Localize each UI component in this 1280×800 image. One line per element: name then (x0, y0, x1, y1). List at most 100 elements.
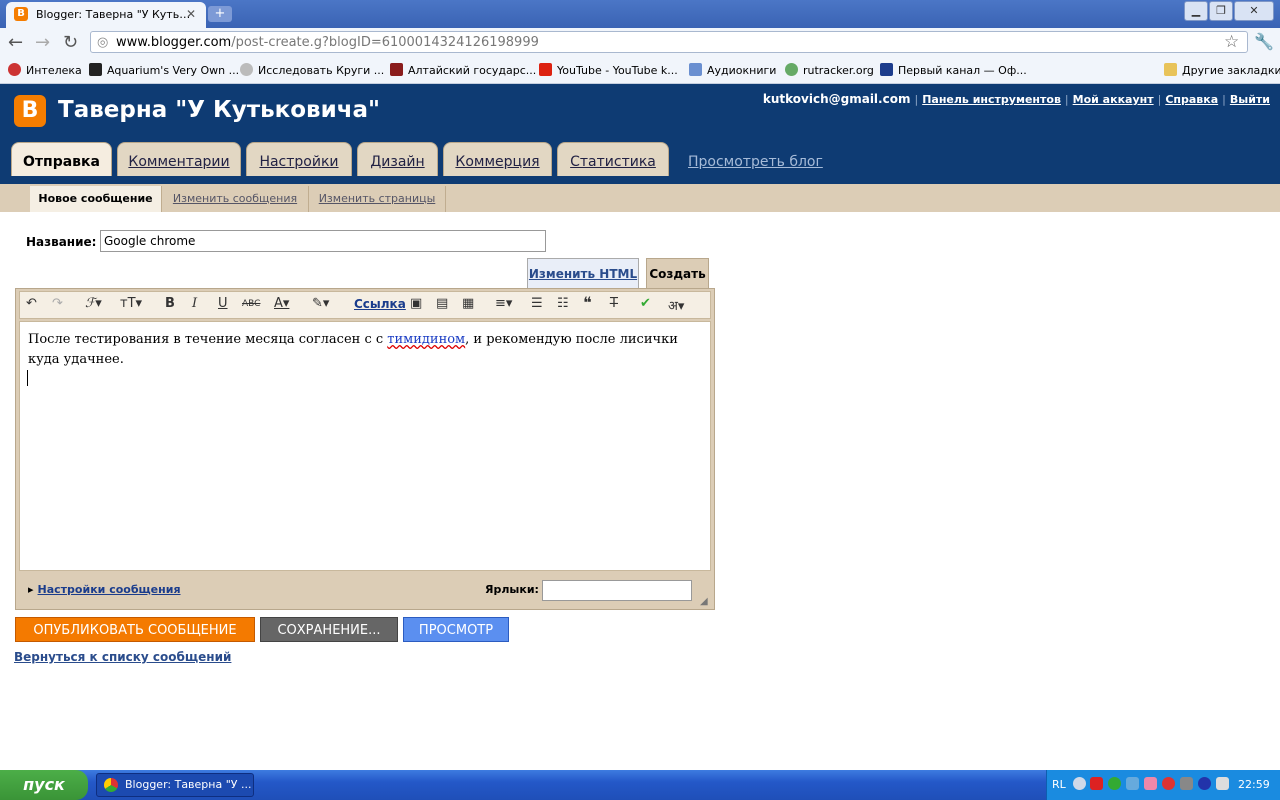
bookmark-item[interactable]: YouTube - YouTube k... (539, 63, 678, 77)
insert-image-icon[interactable]: ▣ (410, 296, 422, 311)
dashboard-link[interactable]: Панель инструментов (922, 93, 1061, 106)
insert-jump-break-icon[interactable]: ▦ (462, 296, 474, 311)
preview-button[interactable]: ПРОСМОТР (403, 617, 509, 642)
tray-arrow-icon[interactable] (1073, 777, 1086, 790)
sign-out-link[interactable]: Выйти (1230, 93, 1270, 106)
blogger-logo-icon[interactable]: B (14, 95, 46, 127)
view-blog-link[interactable]: Просмотреть блог (688, 154, 823, 170)
other-bookmarks[interactable]: Другие закладки (1164, 63, 1280, 77)
bookmark-label: Aquarium's Very Own ... (107, 64, 240, 77)
browser-tab[interactable]: Blogger: Таверна "У Куть… (6, 2, 206, 28)
chrome-icon (104, 778, 118, 792)
bookmark-star-icon[interactable]: ☆ (1224, 32, 1239, 52)
volume-icon[interactable] (1216, 777, 1229, 790)
tray-blocked-icon[interactable] (1162, 777, 1175, 790)
publish-button[interactable]: ОПУБЛИКОВАТЬ СООБЩЕНИЕ (15, 617, 255, 642)
font-family-icon[interactable]: ℱ▾ (85, 296, 102, 311)
compose-tab[interactable]: Создать (646, 258, 709, 288)
edit-html-tab[interactable]: Изменить HTML (527, 258, 639, 288)
my-account-link[interactable]: Мой аккаунт (1073, 93, 1154, 106)
strikethrough-icon[interactable]: ABC (242, 299, 260, 309)
post-body-editor[interactable]: После тестирования в течение месяца согл… (19, 321, 711, 571)
post-options-link[interactable]: Настройки сообщения (38, 583, 181, 596)
undo-icon[interactable]: ↶ (26, 296, 37, 311)
tab-monetize[interactable]: Коммерция (443, 142, 552, 176)
new-tab-button[interactable]: + (208, 6, 232, 22)
language-indicator[interactable]: RL (1052, 778, 1066, 791)
tray-app-icon[interactable] (1198, 777, 1211, 790)
bookmark-favicon-icon (880, 63, 893, 76)
link-button[interactable]: Ссылка (354, 297, 406, 311)
numbered-list-icon[interactable]: ☰ (531, 296, 543, 311)
expand-arrow-icon: ▸ (28, 583, 34, 596)
bookmark-item[interactable]: Aquarium's Very Own ... (89, 63, 239, 77)
bookmark-favicon-icon (8, 63, 21, 76)
spellcheck-icon[interactable]: ✔ (640, 296, 651, 311)
account-links: kutkovich@gmail.com | Панель инструментов |… (762, 92, 1270, 106)
text-color-icon[interactable]: A▾ (274, 296, 289, 311)
back-arrow-icon[interactable]: ← (8, 32, 23, 53)
highlight-color-icon[interactable]: ✎▾ (312, 296, 329, 311)
tab-close-icon[interactable]: ✕ (186, 7, 196, 21)
font-size-icon[interactable]: тT▾ (120, 296, 142, 311)
subtab-edit-pages[interactable]: Изменить страницы (309, 186, 446, 212)
back-to-posts-link[interactable]: Вернуться к списку сообщений (14, 650, 231, 664)
reload-icon[interactable]: ↻ (63, 32, 78, 53)
tab-design[interactable]: Дизайн (357, 142, 438, 176)
url-host: www.blogger.com (116, 35, 232, 50)
tray-app-icon[interactable] (1180, 777, 1193, 790)
quote-icon[interactable]: ❝ (583, 293, 592, 312)
url-path: /post-create.g?blogID=610001432412619899… (231, 35, 539, 50)
start-button[interactable]: пуск (0, 770, 88, 800)
underline-icon[interactable]: U (218, 296, 228, 311)
misspelled-word[interactable]: тимидином (387, 332, 465, 347)
blog-title: Таверна "У Кутьковича" (58, 97, 381, 123)
account-email: kutkovich@gmail.com (762, 92, 911, 106)
bookmark-item[interactable]: Интелека (8, 63, 82, 77)
resize-handle-icon[interactable]: ◢ (700, 596, 708, 607)
taskbar-window-button[interactable]: Blogger: Таверна "У ... (96, 773, 254, 797)
subtab-new-post[interactable]: Новое сообщение (30, 186, 162, 212)
tray-app-icon[interactable] (1090, 777, 1103, 790)
align-icon[interactable]: ≡▾ (495, 296, 512, 311)
italic-icon[interactable]: I (192, 296, 197, 311)
labels-label: Ярлыки: (485, 583, 539, 596)
bookmark-label: YouTube - YouTube k... (557, 64, 678, 77)
wrench-icon[interactable]: 🔧 (1254, 32, 1274, 51)
bookmark-item[interactable]: Аудиокниги (689, 63, 776, 77)
minimize-button[interactable]: ▁ (1184, 1, 1208, 21)
forward-arrow-icon[interactable]: → (35, 32, 50, 53)
clear-formatting-icon[interactable]: T̶ (610, 296, 618, 311)
tray-network-icon[interactable] (1126, 777, 1139, 790)
bullet-list-icon[interactable]: ☷ (557, 296, 569, 311)
tab-settings[interactable]: Настройки (246, 142, 352, 176)
tray-app-icon[interactable] (1144, 777, 1157, 790)
redo-icon[interactable]: ↷ (52, 296, 63, 311)
saving-button[interactable]: СОХРАНЕНИЕ... (260, 617, 398, 642)
post-options-toggle[interactable]: ▸ Настройки сообщения (28, 583, 181, 596)
post-title-input[interactable] (100, 230, 546, 252)
tab-stats[interactable]: Статистика (557, 142, 669, 176)
help-link[interactable]: Справка (1165, 93, 1218, 106)
clock: 22:59 (1238, 778, 1270, 791)
tab-comments[interactable]: Комментарии (117, 142, 241, 176)
address-text[interactable]: www.blogger.com/post-create.g?blogID=610… (116, 35, 539, 50)
bold-icon[interactable]: B (165, 296, 175, 311)
labels-input[interactable] (542, 580, 692, 601)
tab-posting[interactable]: Отправка (11, 142, 112, 176)
tray-app-icon[interactable] (1108, 777, 1121, 790)
subtab-edit-posts[interactable]: Изменить сообщения (162, 186, 309, 212)
text-caret (27, 370, 28, 386)
transliteration-icon[interactable]: अ▾ (668, 296, 684, 314)
restore-button[interactable]: ❐ (1209, 1, 1233, 21)
bookmark-favicon-icon (89, 63, 102, 76)
insert-video-icon[interactable]: ▤ (436, 296, 448, 311)
bookmark-item[interactable]: Алтайский государс... (390, 63, 536, 77)
bookmark-label: Первый канал — Оф... (898, 64, 1027, 77)
bookmark-item[interactable]: rutracker.org (785, 63, 874, 77)
bookmark-label: Интелека (26, 64, 82, 77)
bookmark-item[interactable]: Первый канал — Оф... (880, 63, 1027, 77)
close-window-button[interactable]: ✕ (1234, 1, 1274, 21)
page-globe-icon: ◎ (97, 35, 109, 50)
bookmark-item[interactable]: Исследовать Круги ... (240, 63, 384, 77)
